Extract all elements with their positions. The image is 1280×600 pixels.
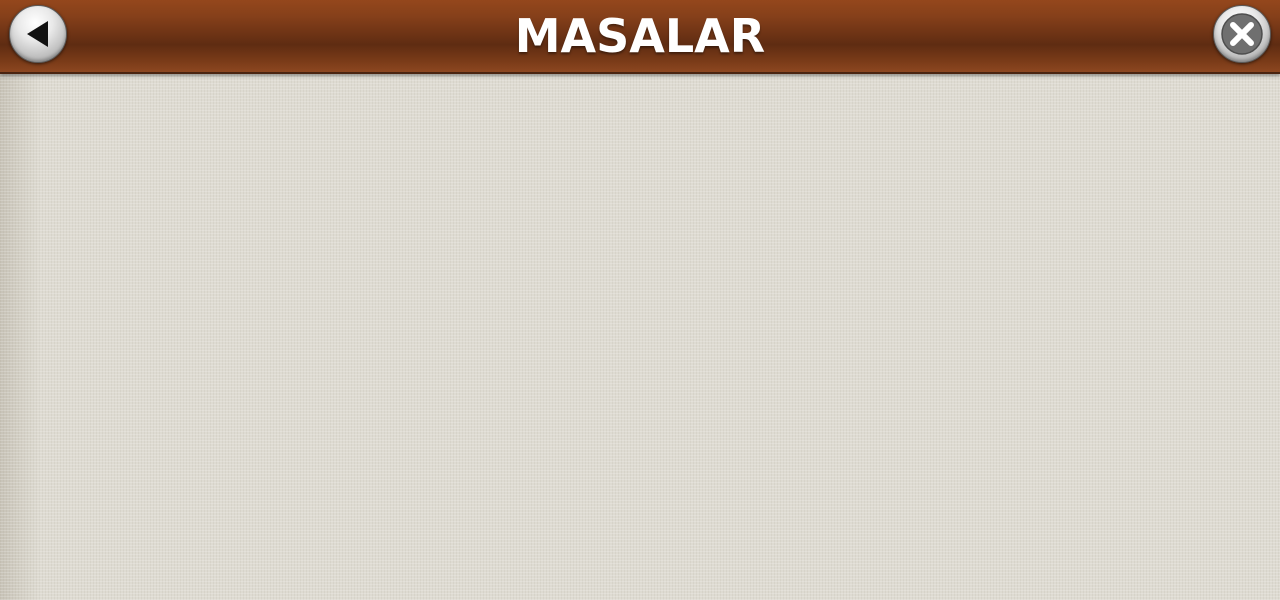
back-arrow-icon (27, 21, 48, 47)
content-area (0, 74, 1280, 600)
close-x-icon (1221, 13, 1263, 55)
back-button[interactable] (9, 5, 67, 63)
top-bar: MASALAR (0, 0, 1280, 74)
page-title: MASALAR (514, 9, 766, 63)
app-screen: MASALAR (0, 0, 1280, 600)
close-button[interactable] (1213, 5, 1271, 63)
